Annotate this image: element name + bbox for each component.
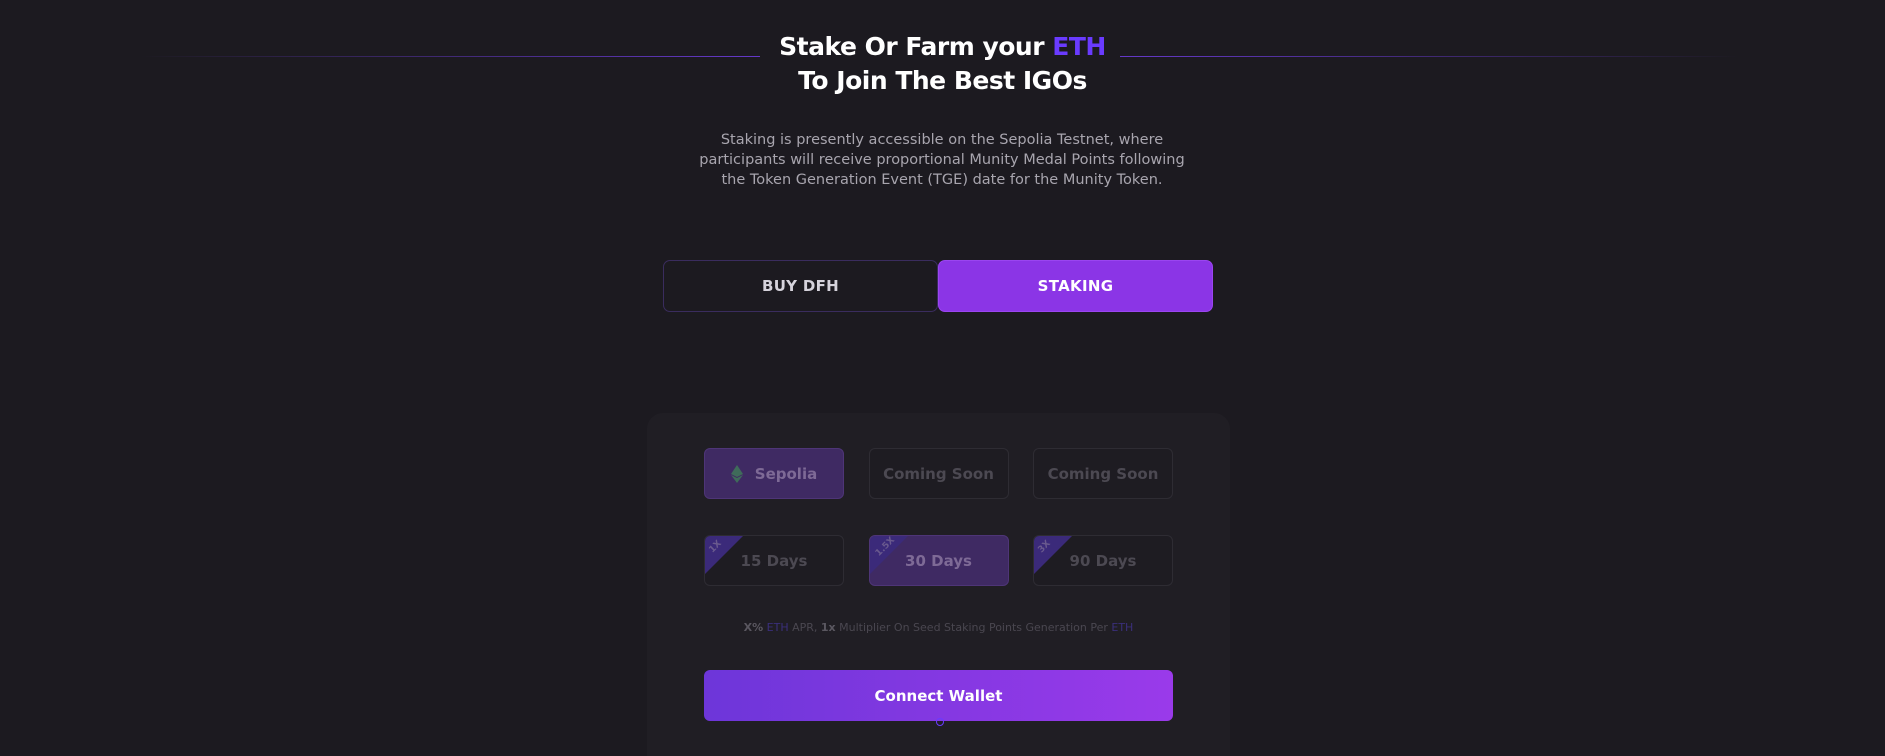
duration-label: 90 Days	[1069, 551, 1137, 570]
staking-page: Stake Or Farm your ETH To Join The Best …	[0, 0, 1885, 756]
hero-title-accent: ETH	[1052, 32, 1106, 61]
apr-info: X% ETH APR, 1x Multiplier On Seed Stakin…	[647, 621, 1230, 634]
apr-multiplier: 1x	[820, 621, 836, 634]
apr-text: APR,	[788, 621, 821, 634]
hero-title-line2: To Join The Best IGOs	[798, 66, 1087, 95]
apr-token-end: ETH	[1111, 621, 1134, 634]
loading-indicator-icon	[936, 718, 944, 726]
network-option-label: Sepolia	[754, 464, 818, 483]
hero-subtitle: Staking is presently accessible on the S…	[699, 132, 1185, 188]
tab-staking[interactable]: STAKING	[938, 260, 1213, 312]
apr-rate: X%	[743, 621, 764, 634]
multiplier-ribbon	[1034, 536, 1072, 574]
apr-middle-text: Multiplier On Seed Staking Points Genera…	[835, 621, 1112, 634]
hero-title: Stake Or Farm your ETH To Join The Best …	[0, 30, 1885, 98]
apr-token: ETH	[766, 621, 789, 634]
tab-buy-dfh[interactable]: BUY DFH	[663, 260, 938, 312]
connect-wallet-button[interactable]: Connect Wallet	[704, 670, 1173, 721]
network-selector: Sepolia Coming Soon Coming Soon	[704, 448, 1173, 499]
duration-label: 30 Days	[905, 551, 972, 570]
network-option-sepolia[interactable]: Sepolia	[704, 448, 844, 499]
duration-selector: 1X 15 Days 1.5X 30 Days 3X 90 Days	[704, 535, 1173, 586]
network-option-label: Coming Soon	[1047, 464, 1159, 483]
duration-option-90-days[interactable]: 3X 90 Days	[1033, 535, 1173, 586]
multiplier-ribbon	[705, 536, 743, 574]
duration-option-15-days[interactable]: 1X 15 Days	[704, 535, 844, 586]
staking-card: Sepolia Coming Soon Coming Soon 1X 15 Da…	[647, 413, 1230, 756]
hero-title-prefix: Stake Or Farm your	[779, 32, 1053, 61]
network-option-coming-soon[interactable]: Coming Soon	[1033, 448, 1173, 499]
ethereum-icon	[730, 464, 743, 483]
network-option-coming-soon[interactable]: Coming Soon	[868, 448, 1009, 499]
network-option-label: Coming Soon	[883, 464, 994, 483]
duration-label: 15 Days	[740, 551, 808, 570]
duration-option-30-days[interactable]: 1.5X 30 Days	[868, 535, 1009, 586]
mode-tabs: BUY DFH STAKING	[663, 260, 1213, 312]
